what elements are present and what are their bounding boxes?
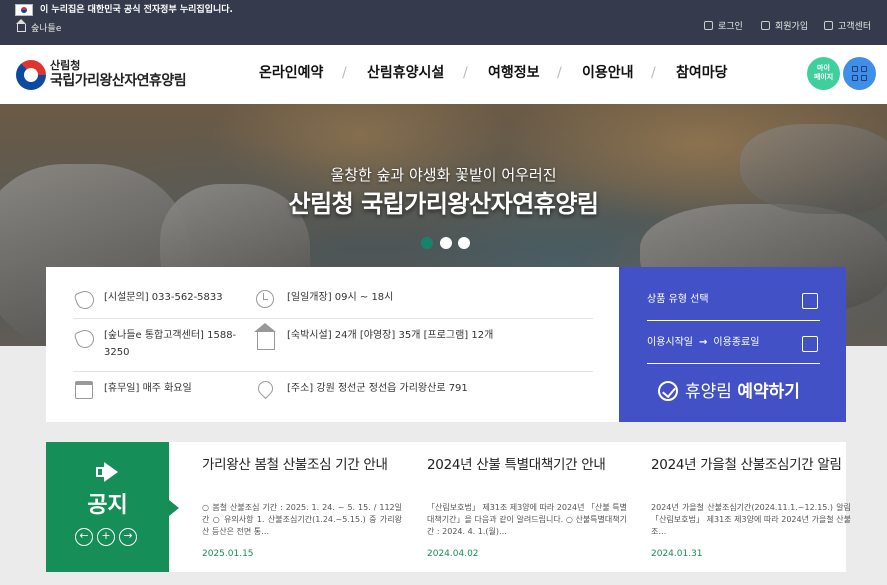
address-info: [주소] 강원 정선군 정선읍 가리왕산로 791 xyxy=(287,383,468,394)
opening-hours: [일일개장] 09시 ~ 18시 xyxy=(287,292,394,303)
location-pin-icon xyxy=(254,377,277,400)
login-label: 로그인 xyxy=(718,22,743,32)
facility-counts: [숙박시설] 24개 [야영장] 35개 [프로그램] 12개 xyxy=(287,330,494,341)
info-panel: [시설문의] 033-562-5833 [일일개장] 09시 ~ 18시 [숲나… xyxy=(46,267,619,422)
notice-post-title: 2024년 산불 특별대책기간 안내 xyxy=(427,457,606,473)
clock-icon xyxy=(256,290,274,308)
product-type-select[interactable]: 상품 유형 선택 xyxy=(647,293,820,321)
notice-post-date: 2024.04.02 xyxy=(427,549,479,559)
support-center-line1: [숲나들e 통합고객센터] 1588- xyxy=(104,330,237,341)
notice-post[interactable]: 가리왕산 봄철 산불조심 기간 안내 ○ 봄철 산불조심 기간 : 2025. … xyxy=(202,456,402,559)
nav-separator: / xyxy=(557,65,562,81)
login-icon xyxy=(704,21,713,30)
login-link[interactable]: 로그인 xyxy=(704,21,743,33)
gov-banner: 이 누리집은 대한민국 공식 전자정부 누리집입니다. 숲나들e 로그인 회원가… xyxy=(0,0,887,45)
nav-separator: / xyxy=(342,65,347,81)
megaphone-icon xyxy=(92,462,122,484)
reserve-prefix: 휴양림 xyxy=(685,382,732,402)
check-circle-icon xyxy=(658,381,678,401)
notice-post-body: 2024년 가을철 산불조심기간(2024.11.1.~12.15.) 알림 「… xyxy=(651,503,851,536)
notice-post-date: 2025.01.15 xyxy=(202,549,254,559)
notice-prev-button[interactable]: ← xyxy=(75,528,93,546)
calendar-icon xyxy=(802,336,818,352)
notice-post-title: 가리왕산 봄철 산불조심 기간 안내 xyxy=(202,457,388,473)
divider xyxy=(73,318,593,319)
reserve-label: 예약하기 xyxy=(737,382,800,402)
house-check-icon xyxy=(802,293,818,309)
divider xyxy=(73,371,593,372)
notice-post-date: 2024.01.31 xyxy=(651,549,703,559)
calendar-icon xyxy=(75,381,93,399)
notice-post-body: ○ 봄철 산불조심 기간 : 2025. 1. 24. ~ 5. 15. / 1… xyxy=(202,503,402,536)
join-icon xyxy=(761,21,770,30)
notice-next-button[interactable]: → xyxy=(119,528,137,546)
mypage-label-line2: 페이지 xyxy=(813,73,834,81)
nav-community[interactable]: 참여마당 xyxy=(676,64,728,82)
date-arrow: → xyxy=(699,337,708,348)
notice-post[interactable]: 2024년 가을철 산불조심기간 알림 2024년 가을철 산불조심기간(202… xyxy=(651,456,851,559)
all-menu-button[interactable] xyxy=(843,57,876,90)
mypage-button[interactable]: 마이 페이지 xyxy=(807,57,840,90)
home-link-label: 숲나들e xyxy=(31,24,62,34)
slide-dot-3[interactable] xyxy=(458,237,470,249)
nav-usage-guide[interactable]: 이용안내 xyxy=(582,64,634,82)
notice-more-button[interactable]: + xyxy=(97,528,115,546)
org-name-line1: 산림청 xyxy=(50,59,81,72)
phone-icon xyxy=(73,327,97,351)
customer-center-link[interactable]: 고객센터 xyxy=(824,21,871,33)
facility-phone: [시설문의] 033-562-5833 xyxy=(104,292,223,303)
nav-online-reservation[interactable]: 온라인예약 xyxy=(259,64,323,82)
holiday-info: [휴무일] 매주 화요일 xyxy=(104,383,192,394)
nav-facilities[interactable]: 산림휴양시설 xyxy=(367,64,444,82)
notice-post-title: 2024년 가을철 산불조심기간 알림 xyxy=(651,457,842,473)
nav-separator: / xyxy=(651,65,656,81)
nav-separator: / xyxy=(463,65,468,81)
support-center-line2: 3250 xyxy=(104,347,130,358)
customer-center-label: 고객센터 xyxy=(838,22,872,32)
slide-dot-2[interactable] xyxy=(440,237,452,249)
start-date-label: 이용시작일 xyxy=(647,337,693,348)
slide-dot-1[interactable] xyxy=(421,237,433,249)
site-header: 산림청 국립가리왕산자연휴양림 온라인예약 / 산림휴양시설 / 여행정보 / … xyxy=(0,45,887,104)
home-icon xyxy=(16,19,26,32)
notice-post-body: 「산림보호법」 제31조 제3양에 따라 2024년 「산불 특별대책기간」을 … xyxy=(427,503,627,536)
phone-icon xyxy=(73,288,97,312)
notice-heading: 공지 xyxy=(87,493,128,518)
end-date-label: 이용종료일 xyxy=(713,337,760,348)
korea-government-logo-icon xyxy=(16,60,46,90)
notice-label-box: 공지 ← + → xyxy=(46,442,179,572)
join-link[interactable]: 회원가입 xyxy=(761,21,808,33)
hero-subtitle: 울창한 숲과 야생화 꽃밭이 어우러진 xyxy=(330,166,557,184)
house-icon xyxy=(254,323,276,350)
org-name-line2: 국립가리왕산자연휴양림 xyxy=(50,73,187,89)
hero-title: 산림청 국립가리왕산자연휴양림 xyxy=(288,190,599,218)
mypage-label-line1: 마이 xyxy=(817,64,830,72)
notice-post[interactable]: 2024년 산불 특별대책기간 안내 「산림보호법」 제31조 제3양에 따라 … xyxy=(427,456,627,559)
korea-flag-icon xyxy=(15,4,33,16)
notice-section: 공지 ← + → 가리왕산 봄철 산불조심 기간 안내 ○ 봄철 산불조심 기간… xyxy=(46,442,851,572)
home-link[interactable]: 숲나들e xyxy=(16,19,62,35)
join-label: 회원가입 xyxy=(775,22,809,32)
product-type-label: 상품 유형 선택 xyxy=(647,294,709,305)
booking-panel: 상품 유형 선택 이용시작일 → 이용종료일 휴양림 예약하기 xyxy=(619,267,846,422)
date-range-picker[interactable]: 이용시작일 → 이용종료일 xyxy=(647,336,820,364)
headset-icon xyxy=(824,21,833,30)
reserve-button[interactable]: 휴양림 예약하기 xyxy=(658,381,800,403)
gov-notice: 이 누리집은 대한민국 공식 전자정부 누리집입니다. xyxy=(40,5,233,15)
nav-travel-info[interactable]: 여행정보 xyxy=(488,64,540,82)
